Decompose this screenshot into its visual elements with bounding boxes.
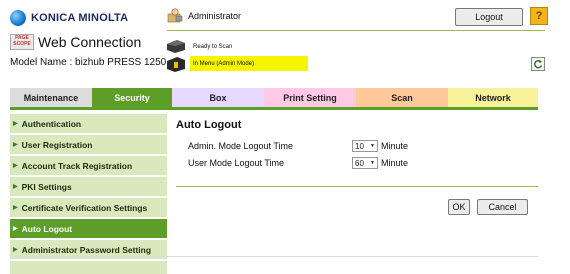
app-title-block: PAGE SCOPE Web Connection [10, 34, 141, 50]
top-navigation-tabs: Maintenance Security Box Print Setting S… [10, 88, 538, 107]
admin-logout-time-select[interactable]: 10 ▼ [352, 140, 378, 152]
sidebar-item-authentication[interactable]: ▶ Authentication [10, 114, 167, 135]
triangle-right-icon: ▶ [13, 142, 18, 148]
ok-button[interactable]: OK [448, 199, 470, 215]
triangle-right-icon: ▶ [13, 184, 18, 190]
tab-scan[interactable]: Scan [356, 88, 448, 107]
sidebar-item-user-registration[interactable]: ▶ User Registration [10, 135, 167, 156]
mode-status: In Menu (Admin Mode) [193, 61, 255, 67]
printer-icon [167, 40, 185, 53]
sidebar-item-account-track-registration[interactable]: ▶ Account Track Registration [10, 156, 167, 177]
admin-logout-time-label: Admin. Mode Logout Time [188, 141, 294, 151]
triangle-right-icon: ▶ [13, 121, 18, 127]
sidebar-item-label: User Registration [21, 139, 93, 150]
sidebar-item-pki-settings[interactable]: ▶ PKI Settings [10, 177, 167, 198]
user-name: Administrator [188, 11, 242, 21]
tab-network[interactable]: Network [448, 88, 538, 107]
refresh-button[interactable] [531, 57, 545, 71]
user-logout-time-label: User Mode Logout Time [188, 158, 285, 168]
footer-divider [10, 256, 538, 257]
admin-logout-time-unit: Minute [381, 141, 409, 151]
tab-box[interactable]: Box [172, 88, 264, 107]
tab-maintenance[interactable]: Maintenance [10, 88, 92, 107]
globe-logo-icon [10, 10, 26, 26]
page-title: Auto Logout [176, 119, 242, 131]
sidebar-item-label: Certificate Verification Settings [21, 202, 148, 213]
triangle-right-icon: ▶ [13, 205, 18, 211]
machine-mode-icon [167, 57, 185, 72]
user-logout-time-select[interactable]: 60 ▼ [352, 157, 378, 169]
sidebar-item-label: Account Track Registration [21, 160, 133, 171]
app-title: Web Connection [38, 34, 142, 50]
help-icon[interactable]: ? [530, 7, 548, 25]
content-divider [176, 186, 538, 187]
model-name: Model Name : bizhub PRESS 1250 [10, 57, 167, 68]
tab-security[interactable]: Security [92, 88, 172, 107]
dropdown-arrow-icon: ▼ [370, 160, 375, 166]
sidebar-item-certificate-verification-settings[interactable]: ▶ Certificate Verification Settings [10, 198, 167, 219]
sidebar-item-label: Authentication [21, 118, 82, 129]
tab-underline [10, 107, 538, 110]
sidebar-footer [10, 261, 167, 274]
cancel-button[interactable]: Cancel [477, 199, 528, 215]
logout-button[interactable]: Logout [455, 8, 523, 26]
sidebar-item-administrator-password-setting[interactable]: ▶ Administrator Password Setting [10, 240, 167, 261]
machine-status: Ready to Scan [193, 44, 233, 50]
brand-name: KONICA MINOLTA [31, 12, 129, 24]
sidebar-item-label: PKI Settings [21, 181, 72, 192]
triangle-right-icon: ▶ [13, 247, 18, 253]
refresh-icon [534, 59, 543, 69]
security-sidebar: ▶ Authentication ▶ User Registration ▶ A… [10, 114, 167, 274]
konica-minolta-logo: KONICA MINOLTA [10, 10, 128, 26]
header-divider [167, 30, 545, 31]
tab-print-setting[interactable]: Print Setting [264, 88, 356, 107]
triangle-right-icon: ▶ [13, 226, 18, 232]
sidebar-item-auto-logout[interactable]: ▶ Auto Logout [10, 219, 167, 240]
sidebar-item-label: Administrator Password Setting [21, 244, 152, 255]
pagescope-badge: PAGE SCOPE [10, 34, 34, 50]
sidebar-item-label: Auto Logout [21, 223, 73, 234]
user-logout-time-unit: Minute [381, 158, 409, 168]
administrator-icon [167, 8, 183, 23]
dropdown-arrow-icon: ▼ [370, 143, 375, 149]
admin-logout-time-value: 10 [355, 141, 364, 151]
triangle-right-icon: ▶ [13, 163, 18, 169]
user-logout-time-value: 60 [355, 158, 364, 168]
